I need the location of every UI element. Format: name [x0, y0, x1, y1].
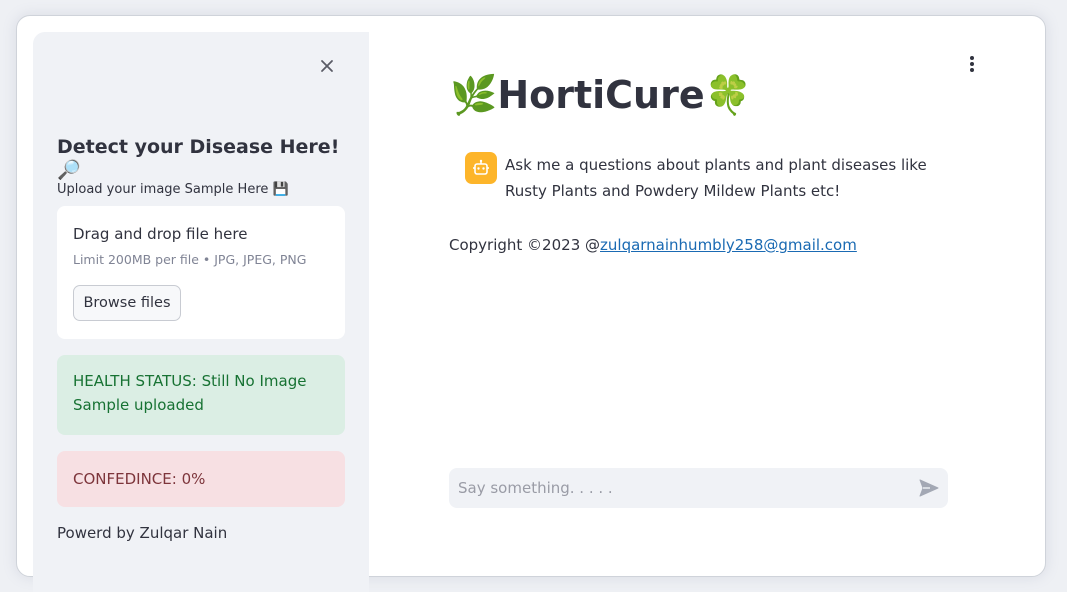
powered-by-text: Powerd by Zulqar Nain [57, 524, 228, 542]
send-button[interactable] [918, 477, 940, 499]
dropzone-limit: Limit 200MB per file • JPG, JPEG, PNG [73, 252, 307, 267]
close-icon [321, 60, 333, 72]
close-sidebar-button[interactable] [315, 54, 339, 78]
dropzone-title: Drag and drop file here [73, 225, 248, 243]
copyright-email-link[interactable]: zulqarnainhumbly258@gmail.com [600, 236, 857, 254]
health-status-alert: HEALTH STATUS: Still No Image Sample upl… [57, 355, 345, 435]
robot-icon [473, 159, 489, 175]
upload-label: Upload your image Sample Here 💾 [57, 182, 289, 197]
sidebar-title: Detect your Disease Here! 🔎 [57, 136, 340, 181]
copyright-prefix: Copyright ©2023 @ [449, 236, 601, 254]
send-icon [919, 479, 939, 497]
app-title: 🌿HortiCure🍀 [450, 64, 752, 120]
copyright: Copyright ©2023 @zulqarnainhumbly258@gma… [449, 236, 857, 254]
app-title-text: 🌿HortiCure🍀 [450, 73, 752, 117]
chat-input-container [449, 468, 948, 508]
kebab-menu-icon [970, 56, 974, 72]
sidebar: Detect your Disease Here! 🔎 Upload your … [33, 32, 369, 592]
chat-input[interactable] [449, 468, 917, 508]
bot-avatar [465, 152, 497, 184]
chat-message-text: Ask me a questions about plants and plan… [505, 156, 927, 200]
main-menu-button[interactable] [962, 50, 982, 78]
confidence-alert: CONFEDINCE: 0% [57, 451, 345, 507]
browse-files-button[interactable]: Browse files [73, 285, 181, 321]
file-uploader[interactable]: Drag and drop file here Limit 200MB per … [57, 206, 345, 339]
